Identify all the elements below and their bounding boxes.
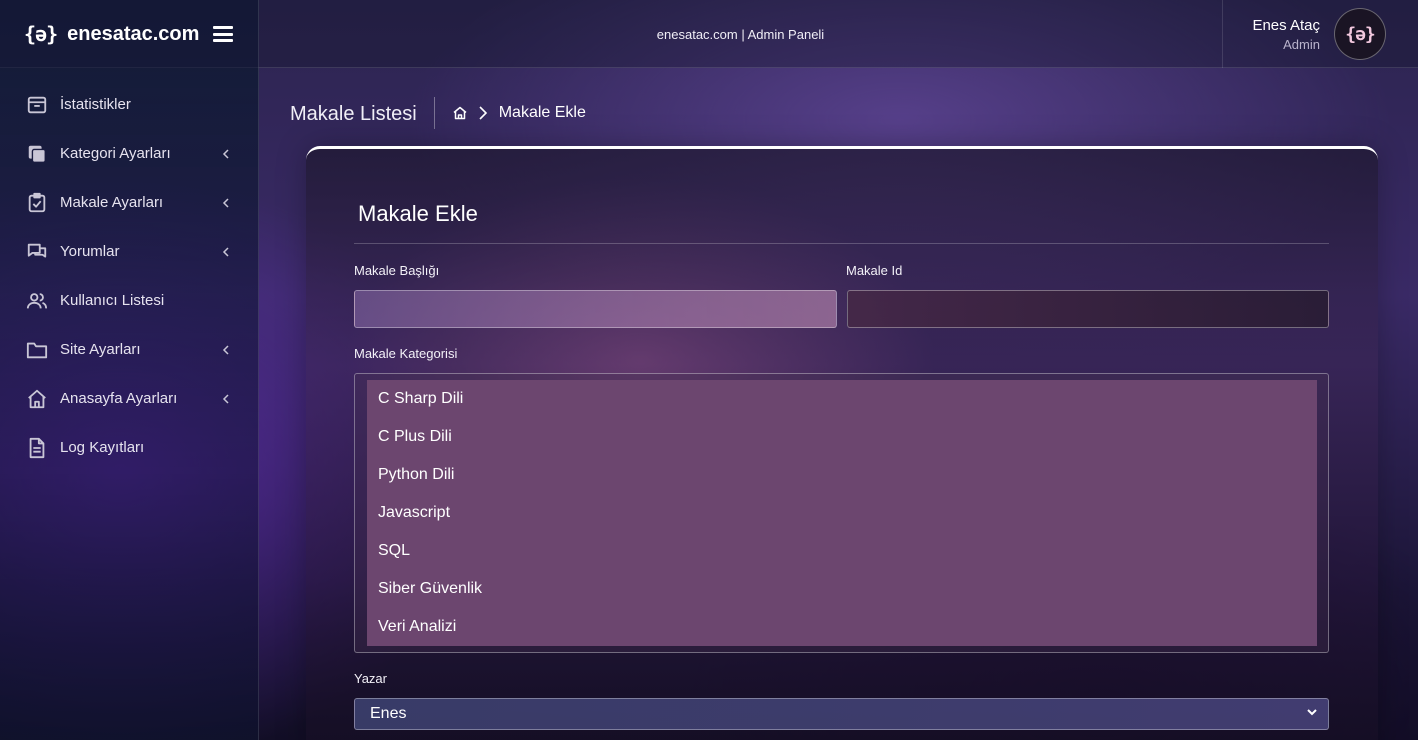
brand-name[interactable]: enesatac.com bbox=[67, 23, 199, 46]
list-item[interactable]: C Plus Dili bbox=[367, 418, 1317, 456]
list-item[interactable]: Siber Güvenlik bbox=[367, 570, 1317, 608]
sidebar-item-label: Kullanıcı Listesi bbox=[60, 292, 165, 309]
sidebar-item-label: Log Kayıtları bbox=[60, 439, 145, 456]
chevron-right-icon bbox=[478, 105, 488, 121]
list-item[interactable]: SQL bbox=[367, 532, 1317, 570]
chevron-left-icon bbox=[220, 148, 232, 160]
chevron-left-icon bbox=[220, 344, 232, 356]
sidebar-item-label: Kategori Ayarları bbox=[60, 145, 171, 162]
chevron-down-icon bbox=[1306, 705, 1318, 723]
users-icon bbox=[26, 290, 48, 312]
sidebar-item-log-kayitlari[interactable]: Log Kayıtları bbox=[0, 423, 258, 472]
author-label: Yazar bbox=[354, 671, 387, 686]
user-role: Admin bbox=[1283, 36, 1320, 52]
chevron-left-icon bbox=[220, 246, 232, 258]
home-icon bbox=[26, 388, 48, 410]
author-select-value: Enes bbox=[370, 705, 407, 722]
article-id-label: Makale Id bbox=[846, 263, 903, 278]
article-title-input[interactable] bbox=[354, 290, 837, 328]
avatar[interactable]: {ə} bbox=[1334, 8, 1386, 60]
hamburger-menu-icon[interactable] bbox=[213, 26, 234, 42]
top-header: {ə} enesatac.com enesatac.com | Admin Pa… bbox=[0, 0, 1418, 68]
stacked-squares-icon bbox=[26, 143, 48, 165]
chat-bubbles-icon bbox=[26, 241, 48, 263]
sidebar-item-makale-ayarlari[interactable]: Makale Ayarları bbox=[0, 178, 258, 227]
breadcrumb-current: Makale Ekle bbox=[498, 104, 586, 121]
card-title: Makale Ekle bbox=[358, 201, 478, 226]
category-listbox[interactable]: C Sharp Dili C Plus Dili Python Dili Jav… bbox=[354, 373, 1329, 653]
chevron-left-icon bbox=[220, 197, 232, 209]
sidebar-item-label: Yorumlar bbox=[60, 243, 120, 260]
page-header: Makale Listesi Makale Ekle bbox=[290, 96, 586, 130]
logo-icon[interactable]: {ə} bbox=[24, 22, 58, 46]
sidebar: İstatistikler Kategori Ayarları Makale A… bbox=[0, 68, 259, 740]
sidebar-item-anasayfa-ayarlari[interactable]: Anasayfa Ayarları bbox=[0, 374, 258, 423]
article-title-label: Makale Başlığı bbox=[354, 263, 440, 278]
sidebar-item-site-ayarlari[interactable]: Site Ayarları bbox=[0, 325, 258, 374]
sidebar-item-kullanici-listesi[interactable]: Kullanıcı Listesi bbox=[0, 276, 258, 325]
sidebar-item-kategori-ayarlari[interactable]: Kategori Ayarları bbox=[0, 129, 258, 178]
author-select[interactable]: Enes bbox=[354, 698, 1329, 730]
category-options: C Sharp Dili C Plus Dili Python Dili Jav… bbox=[367, 380, 1317, 646]
list-item[interactable]: C Sharp Dili bbox=[367, 380, 1317, 418]
sidebar-item-yorumlar[interactable]: Yorumlar bbox=[0, 227, 258, 276]
list-item[interactable]: Veri Analizi bbox=[367, 608, 1317, 646]
archive-box-icon bbox=[26, 94, 48, 116]
category-label: Makale Kategorisi bbox=[354, 346, 458, 361]
sidebar-item-istatistikler[interactable]: İstatistikler bbox=[0, 80, 258, 129]
list-item[interactable]: Javascript bbox=[367, 494, 1317, 532]
sidebar-item-label: Anasayfa Ayarları bbox=[60, 390, 178, 407]
sidebar-item-label: Site Ayarları bbox=[60, 341, 141, 358]
user-menu[interactable]: Enes Ataç Admin {ə} bbox=[1222, 0, 1418, 68]
folder-icon bbox=[26, 339, 48, 361]
sidebar-item-label: Makale Ayarları bbox=[60, 194, 164, 211]
sidebar-item-label: İstatistikler bbox=[60, 96, 131, 113]
user-name: Enes Ataç bbox=[1252, 16, 1320, 34]
divider bbox=[354, 243, 1329, 244]
brand: {ə} enesatac.com bbox=[0, 0, 259, 68]
chevron-left-icon bbox=[220, 393, 232, 405]
page-title: Makale Listesi bbox=[290, 97, 435, 129]
clipboard-check-icon bbox=[26, 192, 48, 214]
list-item[interactable]: Python Dili bbox=[367, 456, 1317, 494]
document-icon bbox=[26, 437, 48, 459]
header-title: enesatac.com | Admin Paneli bbox=[656, 26, 825, 42]
article-id-input[interactable] bbox=[847, 290, 1329, 328]
breadcrumb: Makale Ekle bbox=[452, 104, 586, 122]
article-form-card: Makale Ekle Makale Başlığı Makale Id Mak… bbox=[306, 146, 1378, 740]
home-icon[interactable] bbox=[452, 105, 468, 121]
